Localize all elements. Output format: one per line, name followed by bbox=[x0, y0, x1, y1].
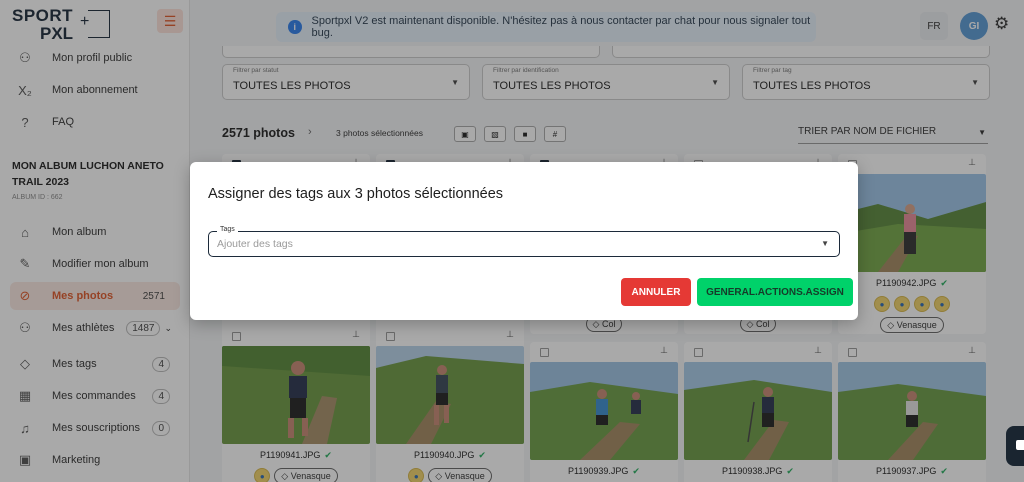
tags-input[interactable] bbox=[217, 236, 807, 252]
assign-button[interactable]: GENERAL.ACTIONS.ASSIGN bbox=[697, 278, 853, 306]
tags-autocomplete[interactable]: Tags ▼ bbox=[208, 226, 840, 257]
tags-field-label: Tags bbox=[217, 226, 238, 233]
assign-tags-dialog: Assigner des tags aux 3 photos sélection… bbox=[190, 162, 858, 320]
caret-down-icon[interactable]: ▼ bbox=[821, 239, 829, 248]
cancel-button[interactable]: ANNULER bbox=[621, 278, 691, 306]
dialog-title: Assigner des tags aux 3 photos sélection… bbox=[208, 186, 504, 202]
chat-widget-button[interactable] bbox=[1006, 426, 1024, 466]
